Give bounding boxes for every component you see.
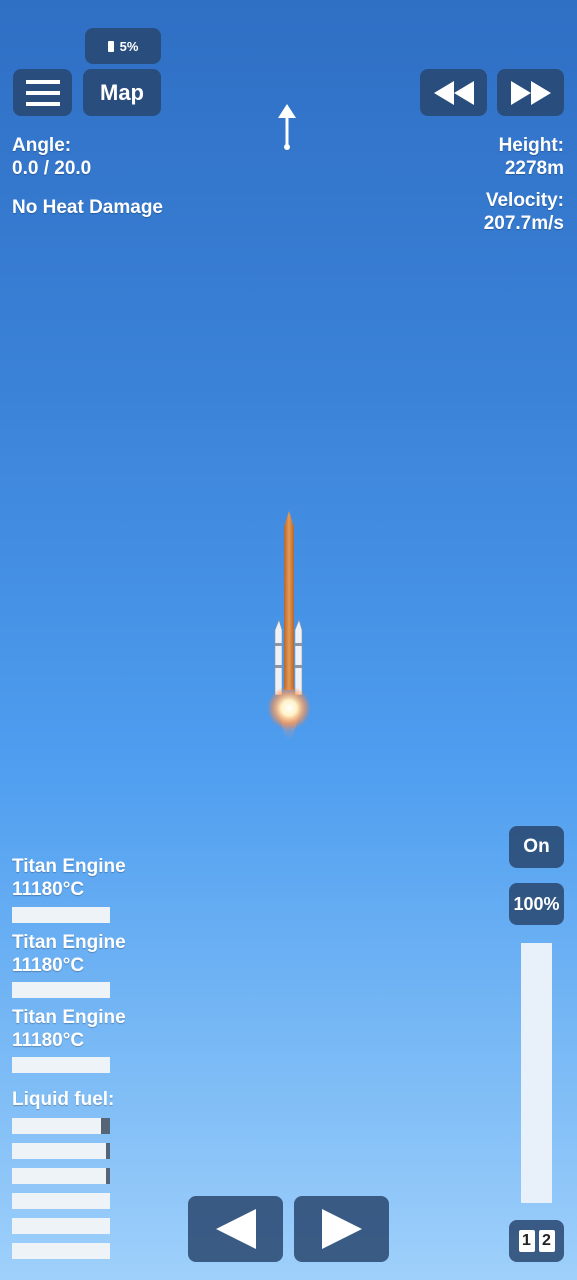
engine-temp: 11180°C [12,955,85,976]
fuel-bar [12,1243,110,1259]
engine-name: Titan Engine [12,856,126,877]
angle-value: 0.0 / 20.0 [12,158,92,179]
throttle-fill [521,943,552,1203]
fuel-bar [12,1143,110,1159]
fast-forward-icon [510,80,551,105]
fuel-level-mark [106,1168,110,1184]
fast-forward-button[interactable] [497,69,564,116]
battery-indicator: 5% [85,28,161,64]
velocity-label: Velocity: [485,190,564,211]
fuel-bar [12,1118,110,1134]
hamburger-menu-icon [25,79,60,106]
fuel-level-mark [101,1118,110,1134]
stage-1[interactable]: 1 [518,1230,535,1252]
engine-toggle-label: On [523,836,550,857]
stage-2[interactable]: 2 [538,1230,555,1252]
fuel-level-mark [106,1143,110,1159]
engine-temp: 11180°C [12,879,85,900]
height-value: 2278m [504,158,564,179]
throttle-label: 100% [513,893,560,914]
angle-label: Angle: [12,135,72,156]
stage-selector[interactable]: 1 2 [509,1220,564,1262]
throttle-label-button[interactable]: 100% [509,883,564,925]
fuel-label: Liquid fuel: [12,1089,115,1110]
heat-status: No Heat Damage [12,197,163,218]
height-label: Height: [498,135,564,156]
fuel-bar [12,1168,110,1184]
rewind-button[interactable] [420,69,487,116]
throttle-slider[interactable] [521,943,552,1203]
battery-label: 5% [119,38,139,54]
left-arrow-icon [215,1209,256,1249]
engine-temp: 11180°C [12,1030,85,1051]
engine-temp-bar [12,907,110,923]
rocket [267,511,311,740]
rotate-left-button[interactable] [188,1196,283,1262]
engine-toggle-button[interactable]: On [509,826,564,868]
fuel-bar [12,1193,110,1209]
engine-name: Titan Engine [12,932,126,953]
fuel-bar [12,1218,110,1234]
up-arrow-icon [278,104,296,150]
engine-temp-bar [12,1057,110,1073]
engine-temp-bar [12,982,110,998]
right-arrow-icon [321,1209,362,1249]
velocity-value: 207.7m/s [483,213,564,234]
battery-icon [107,40,114,52]
rewind-icon [433,80,474,105]
map-button[interactable]: Map [83,69,161,116]
rotate-right-button[interactable] [294,1196,389,1262]
menu-button[interactable] [13,69,72,116]
map-label: Map [100,79,144,105]
engine-name: Titan Engine [12,1007,126,1028]
